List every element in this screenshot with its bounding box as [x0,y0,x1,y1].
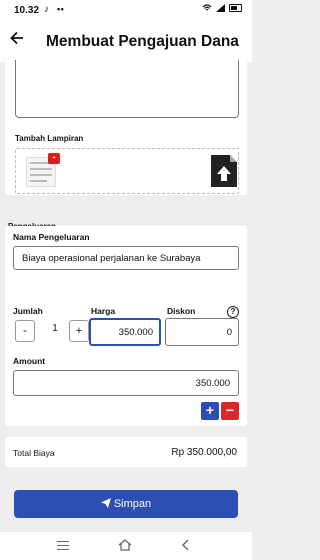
status-bar: 10.32 ♪ • • [0,0,252,20]
description-textarea[interactable] [15,60,239,118]
total-value: Rp 350.000,00 [171,447,237,458]
signal-icon [216,4,225,12]
discount-input[interactable]: 0 [165,318,239,346]
delete-attachment-button[interactable]: - [48,153,60,164]
save-button-label: Simpan [113,498,152,510]
discount-label: Diskon [167,306,196,316]
arrow-left-icon[interactable] [10,31,24,45]
system-nav-bar [0,532,252,560]
quantity-label: Jumlah [13,306,43,316]
home-icon[interactable] [118,539,132,551]
page-title: Membuat Pengajuan Dana [46,33,239,50]
quantity-plus-button[interactable]: + [69,320,89,342]
description-card: Tambah Lampiran - [5,60,247,195]
expense-name-input[interactable]: Biaya operasional perjalanan ke Surabaya [13,246,239,270]
total-label: Total Biaya [13,448,55,458]
total-card: Total Biaya Rp 350.000,00 [5,437,247,467]
back-icon[interactable] [180,539,192,551]
add-expense-button[interactable]: + [201,402,219,420]
attachment-label: Tambah Lampiran [15,134,84,143]
amount-label: Amount [13,356,46,366]
help-icon[interactable]: ? [227,306,239,318]
upload-file-icon[interactable] [211,155,237,187]
tiktok-notification-icon: ♪ [44,4,49,15]
expense-name-label: Nama Pengeluaran [13,232,90,242]
status-time: 10.32 [14,5,40,16]
quantity-minus-button[interactable]: - [15,320,35,342]
price-input[interactable]: 350.000 [89,318,161,346]
wifi-icon [202,4,212,11]
quantity-value: 1 [52,323,58,334]
send-icon [100,498,111,508]
amount-input[interactable]: 350.000 [13,370,239,396]
attachment-dropzone[interactable]: - [15,148,239,194]
recent-apps-icon[interactable] [57,541,69,553]
price-label: Harga [91,306,116,316]
notification-dots: • • [57,4,64,14]
expense-item-card: Nama Pengeluaran Biaya operasional perja… [5,226,247,426]
status-icons [202,4,242,12]
battery-icon [229,4,242,12]
save-button[interactable]: Simpan [14,490,238,518]
app-bar: Membuat Pengajuan Dana [0,20,252,62]
remove-expense-button[interactable]: − [221,402,239,420]
